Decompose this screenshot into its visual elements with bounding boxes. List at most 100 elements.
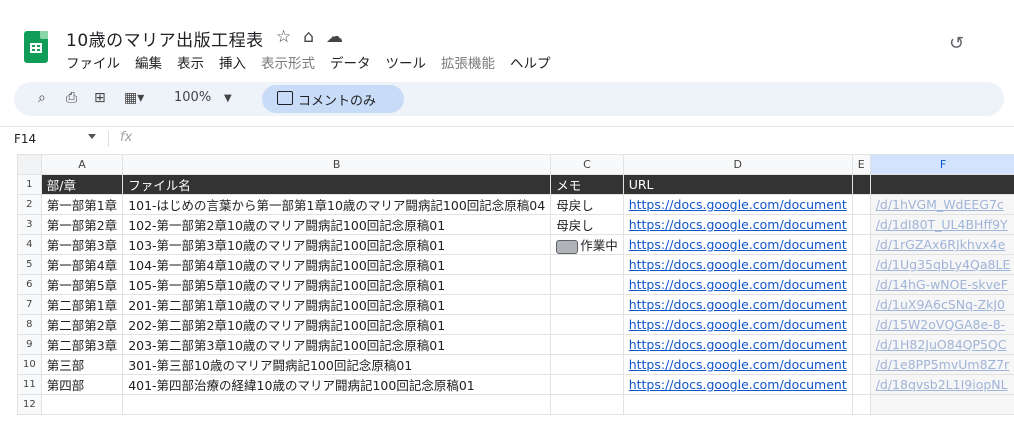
cell-c[interactable] xyxy=(550,274,624,295)
move-to-drive-icon[interactable]: ⌂ xyxy=(303,27,314,47)
cell-f[interactable]: /d/1dI80T_UL4BHff9Y xyxy=(869,214,1014,235)
cell-c[interactable] xyxy=(550,294,624,315)
cell-e[interactable] xyxy=(851,234,871,255)
cell-e[interactable] xyxy=(851,194,871,215)
column-header-a[interactable]: A xyxy=(40,154,124,175)
cell-f[interactable]: /d/1Ug35qbLy4Qa8LE xyxy=(869,254,1014,275)
cell-c[interactable]: 母戻し xyxy=(550,194,624,215)
cell-e[interactable] xyxy=(851,274,871,295)
column-header-d[interactable]: D xyxy=(622,154,853,175)
cell-c[interactable] xyxy=(550,254,624,275)
cell-e1[interactable] xyxy=(851,174,871,195)
cell-f1[interactable] xyxy=(869,174,1014,195)
document-title[interactable]: 10歳のマリア出版工程表 xyxy=(66,26,264,51)
cell-d-link[interactable]: https://docs.google.com/document xyxy=(622,374,853,395)
row-number[interactable]: 6 xyxy=(17,274,42,295)
cell-d-link[interactable]: https://docs.google.com/document xyxy=(622,194,853,215)
row-number[interactable]: 9 xyxy=(17,334,42,355)
menu-edit[interactable]: 編集 xyxy=(135,52,162,72)
row-number[interactable]: 5 xyxy=(17,254,42,275)
cell-e[interactable] xyxy=(851,254,871,275)
cell-e[interactable] xyxy=(851,314,871,335)
cloud-status-icon[interactable]: ☁ xyxy=(326,27,343,47)
row-number[interactable]: 4 xyxy=(17,234,42,255)
cell-b[interactable]: 201-第二部第1章10歳のマリア闘病記100回記念原稿01 xyxy=(122,294,552,315)
cell-a[interactable]: 第一部第3章 xyxy=(40,234,124,255)
cell-d-link[interactable]: https://docs.google.com/document xyxy=(622,334,853,355)
menu-help[interactable]: ヘルプ xyxy=(510,52,551,72)
cell-c[interactable] xyxy=(550,394,624,415)
cell-b[interactable]: 102-第一部第2章10歳のマリア闘病記100回記念原稿01 xyxy=(122,214,552,235)
cell-a[interactable]: 第二部第3章 xyxy=(40,334,124,355)
cell-f[interactable] xyxy=(869,394,1014,415)
cell-c[interactable] xyxy=(550,334,624,355)
sheets-logo-icon[interactable] xyxy=(24,31,48,63)
cell-a[interactable]: 第一部第5章 xyxy=(40,274,124,295)
select-all-corner[interactable] xyxy=(17,154,42,175)
row-number[interactable]: 1 xyxy=(17,174,42,195)
cell-f[interactable]: /d/14hG-wNOE-skveF xyxy=(869,274,1014,295)
cell-a[interactable]: 第二部第1章 xyxy=(40,294,124,315)
cell-d-link[interactable]: https://docs.google.com/document xyxy=(622,274,853,295)
cell-d-link[interactable]: https://docs.google.com/document xyxy=(622,234,853,255)
comment-mode-button[interactable]: コメントのみ xyxy=(262,85,404,113)
history-icon[interactable]: ↺ xyxy=(949,33,971,55)
cell-f[interactable]: /d/1e8PP5mvUm8Z7r xyxy=(869,354,1014,375)
cell-a[interactable] xyxy=(40,394,124,415)
menu-data[interactable]: データ xyxy=(330,52,371,72)
row-number[interactable]: 2 xyxy=(17,194,42,215)
row-number[interactable]: 7 xyxy=(17,294,42,315)
cell-f[interactable]: /d/18qvsb2L1I9iopNL xyxy=(869,374,1014,395)
cell-f[interactable]: /d/15W2oVQGA8e-8- xyxy=(869,314,1014,335)
cell-d[interactable] xyxy=(622,394,853,415)
cell-c[interactable]: 母戻し xyxy=(550,214,624,235)
cell-a1[interactable]: 部/章 xyxy=(40,174,124,195)
add-comment-icon[interactable]: ⊞ xyxy=(94,90,106,106)
cell-e[interactable] xyxy=(851,294,871,315)
name-box[interactable]: F14 xyxy=(14,132,36,146)
cell-a[interactable]: 第四部 xyxy=(40,374,124,395)
cell-a[interactable]: 第三部 xyxy=(40,354,124,375)
menu-extensions[interactable]: 拡張機能 xyxy=(441,52,495,72)
cell-c[interactable] xyxy=(550,374,624,395)
menu-insert[interactable]: 挿入 xyxy=(219,52,246,72)
cell-a[interactable]: 第一部第2章 xyxy=(40,214,124,235)
cell-f[interactable]: /d/1hVGM_WdEEG7c xyxy=(869,194,1014,215)
search-icon[interactable]: ⌕ xyxy=(38,90,46,106)
row-number[interactable]: 8 xyxy=(17,314,42,335)
menu-tools[interactable]: ツール xyxy=(386,52,427,72)
cell-c[interactable] xyxy=(550,314,624,335)
cell-a[interactable]: 第一部第1章 xyxy=(40,194,124,215)
cell-b[interactable]: 104-第一部第4章10歳のマリア闘病記100回記念原稿01 xyxy=(122,254,552,275)
print-icon[interactable]: ⎙ xyxy=(66,90,77,106)
dropdown-caret-icon[interactable]: ▼ xyxy=(224,93,232,104)
cell-d-link[interactable]: https://docs.google.com/document xyxy=(622,214,853,235)
table-view-icon[interactable]: ▦▾ xyxy=(124,90,144,106)
cell-b[interactable]: 101-はじめの言葉から第一部第1章10歳のマリア闘病記100回記念原稿04 xyxy=(122,194,552,215)
name-box-caret-icon[interactable] xyxy=(88,134,96,139)
cell-e[interactable] xyxy=(851,354,871,375)
row-number[interactable]: 10 xyxy=(17,354,42,375)
cell-d-link[interactable]: https://docs.google.com/document xyxy=(622,294,853,315)
row-number[interactable]: 12 xyxy=(17,394,42,415)
status-chip-icon[interactable] xyxy=(556,239,579,254)
cell-b[interactable]: 203-第二部第3章10歳のマリア闘病記100回記念原稿01 xyxy=(122,334,552,355)
star-icon[interactable]: ☆ xyxy=(276,27,291,47)
cell-d-link[interactable]: https://docs.google.com/document xyxy=(622,354,853,375)
column-header-f[interactable]: F xyxy=(869,154,1014,175)
row-number[interactable]: 11 xyxy=(17,374,42,395)
menu-format[interactable]: 表示形式 xyxy=(261,52,315,72)
cell-d-link[interactable]: https://docs.google.com/document xyxy=(622,254,853,275)
cell-b[interactable] xyxy=(122,394,552,415)
row-number[interactable]: 3 xyxy=(17,214,42,235)
cell-f[interactable]: /d/1uX9A6cSNq-ZkJ0 xyxy=(869,294,1014,315)
cell-a[interactable]: 第二部第2章 xyxy=(40,314,124,335)
cell-b[interactable]: 105-第一部第5章10歳のマリア闘病記100回記念原稿01 xyxy=(122,274,552,295)
cell-e[interactable] xyxy=(851,374,871,395)
column-header-c[interactable]: C xyxy=(550,154,624,175)
menu-file[interactable]: ファイル xyxy=(66,52,120,72)
menu-view[interactable]: 表示 xyxy=(177,52,204,72)
column-header-e[interactable]: E xyxy=(851,154,871,175)
cell-b[interactable]: 103-第一部第3章10歳のマリア闘病記100回記念原稿01 xyxy=(122,234,552,255)
cell-a[interactable]: 第一部第4章 xyxy=(40,254,124,275)
